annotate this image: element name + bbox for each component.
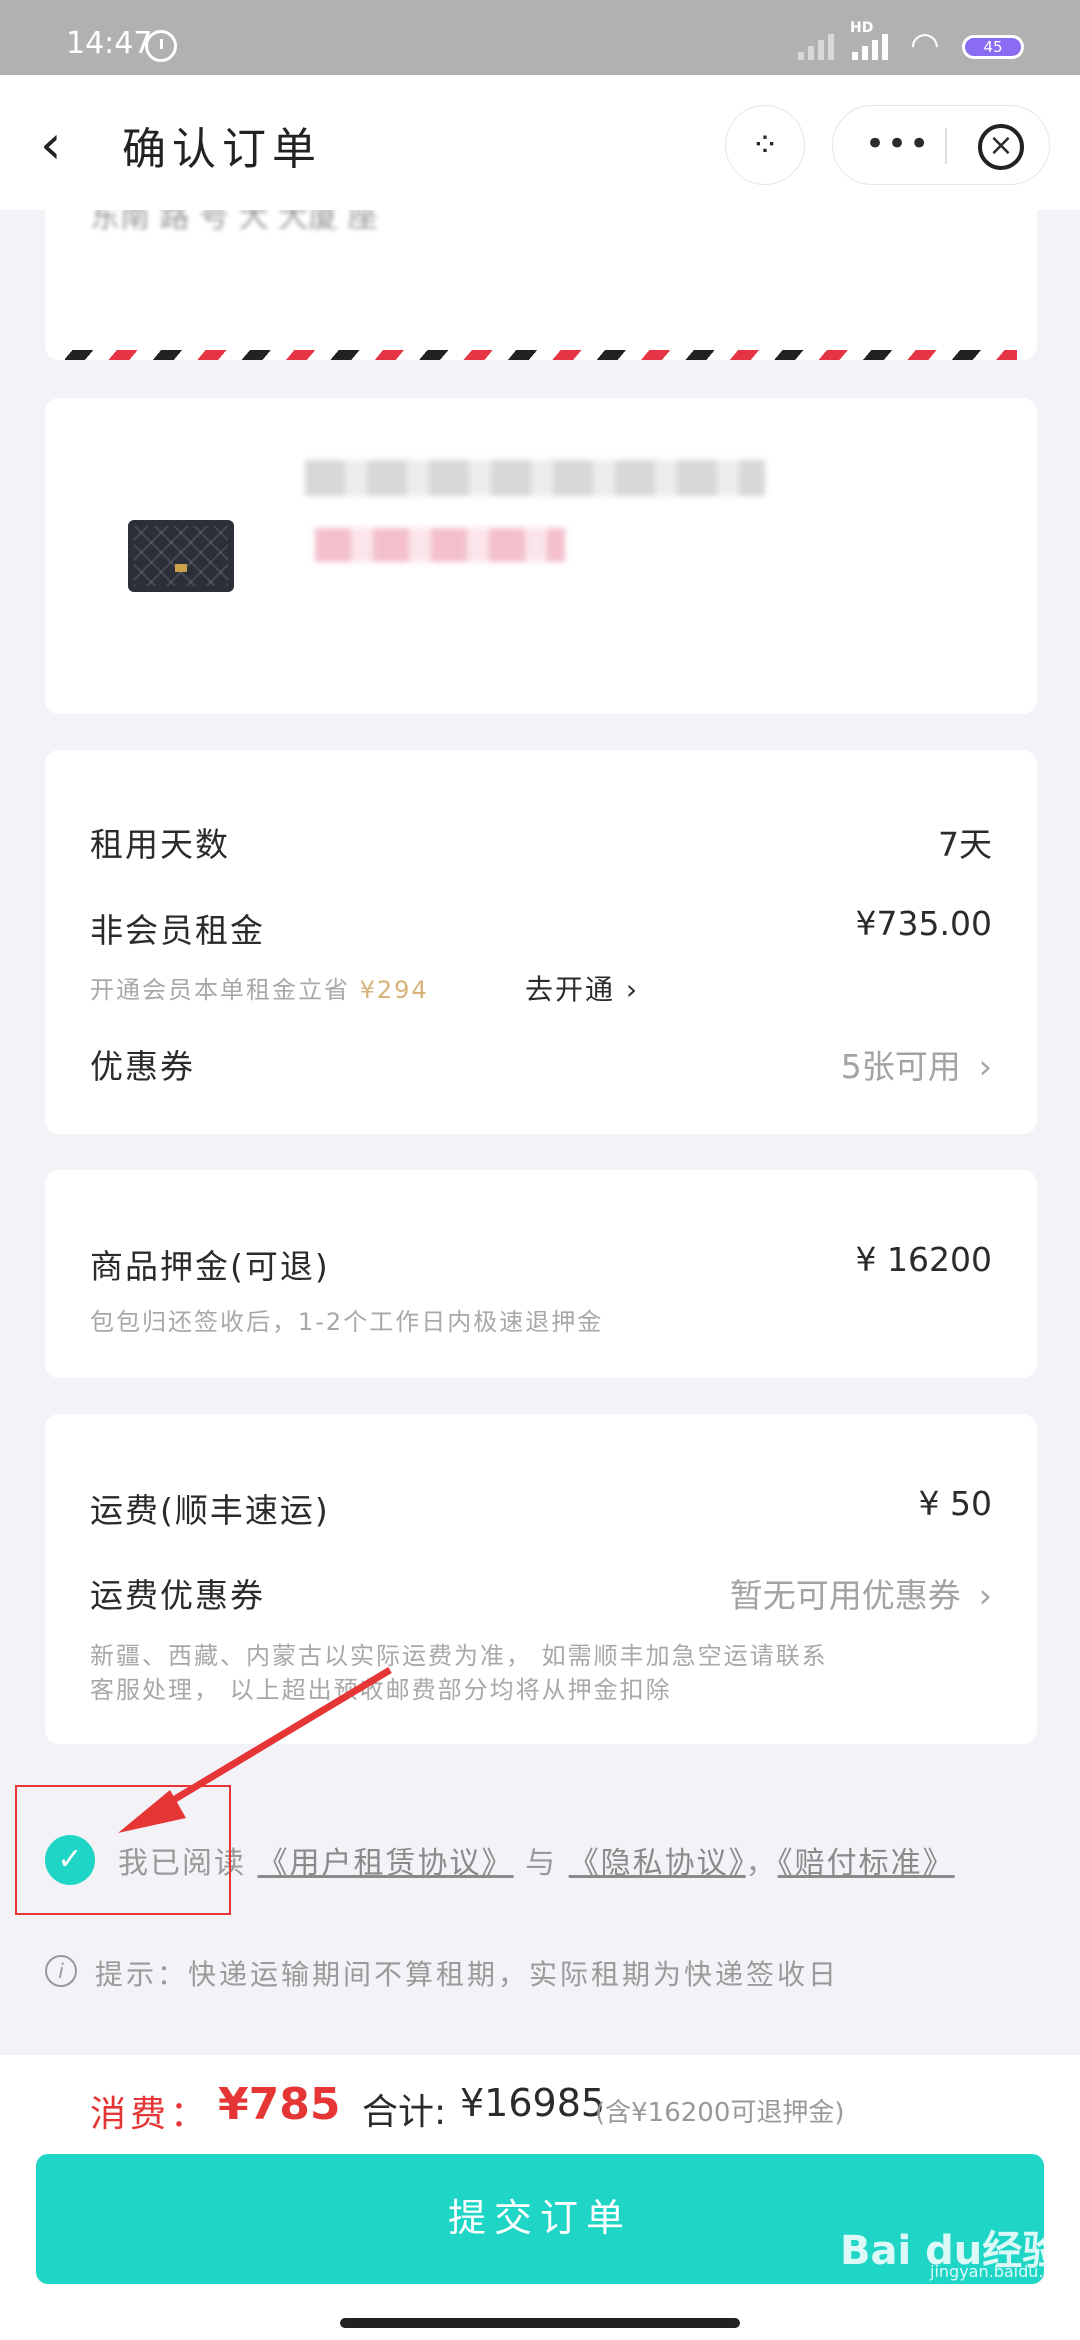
user-lease-agreement-link[interactable]: 《用户租赁协议》 xyxy=(258,1846,514,1881)
agreement-mid: 与 xyxy=(525,1846,558,1881)
annotation-arrow xyxy=(118,1666,392,1833)
more-icon[interactable]: ••• xyxy=(865,106,931,182)
capsule-divider xyxy=(945,128,947,164)
nonmember-rent-value: ¥735.00 xyxy=(855,904,992,943)
product-price-blurred xyxy=(315,528,565,562)
shipping-coupon-label: 运费优惠券 xyxy=(90,1576,265,1615)
chevron-right-icon: › xyxy=(615,973,640,1006)
close-icon[interactable]: × xyxy=(978,124,1024,170)
shipping-label: 运费(顺丰速运) xyxy=(90,1491,330,1530)
deposit-label: 商品押金(可退) xyxy=(90,1247,330,1286)
scan-icon[interactable]: ⁘ xyxy=(725,105,805,185)
shipping-value: ¥ 50 xyxy=(918,1484,992,1523)
rent-card: 租用天数 7天 非会员租金 ¥735.00 开通会员本单租金立省 ¥294 去开… xyxy=(45,750,1037,1134)
address-text: 东南 路 号 大 大厦 座 xyxy=(90,210,378,235)
member-hint: 开通会员本单租金立省 ¥294 xyxy=(90,970,429,1005)
coupon-value: 5张可用 xyxy=(840,1047,961,1086)
deposit-note: 包包归还签收后，1-2个工作日内极速退押金 xyxy=(90,1308,604,1336)
agreement-comma: ， xyxy=(745,1846,778,1881)
signal-icon xyxy=(798,28,840,60)
baidu-watermark: Bai du经验 jingyan.baidu.com xyxy=(840,2218,1078,2281)
chevron-right-icon: › xyxy=(978,1576,992,1615)
alarm-icon xyxy=(145,30,177,62)
open-member-label: 去开通 xyxy=(525,973,616,1006)
wifi-icon: ◠ xyxy=(910,25,940,65)
compensation-standard-link[interactable]: 《赔付标准》 xyxy=(778,1846,955,1881)
signal-icon-2 xyxy=(852,28,894,60)
product-title-blurred xyxy=(305,460,765,496)
open-member-link[interactable]: 去开通 › xyxy=(525,968,639,1008)
consume-label: 消费： xyxy=(90,2094,211,2135)
menu-capsule: ••• × xyxy=(832,105,1050,185)
shipping-coupon-row[interactable]: 暂无可用优惠券 › xyxy=(730,1569,992,1617)
battery-icon: 45 xyxy=(962,35,1024,59)
checkout-footer: 消费： ¥785 合计: ¥16985 (含¥16200可退押金) 提交订单 xyxy=(0,2055,1080,2340)
product-card[interactable] xyxy=(45,398,1037,714)
total-value: ¥16985 xyxy=(460,2081,606,2125)
total-note: (含¥16200可退押金) xyxy=(595,2098,845,2128)
total-label: 合计: xyxy=(362,2092,447,2133)
deposit-card: 商品押金(可退) ¥ 16200 包包归还签收后，1-2个工作日内极速退押金 xyxy=(45,1170,1037,1378)
status-time: 14:47 xyxy=(66,26,153,61)
home-indicator[interactable] xyxy=(340,2318,740,2328)
nav-bar: ‹ 确认订单 ⁘ ••• × xyxy=(0,75,1080,210)
address-card[interactable]: 东南 路 号 大 大厦 座 xyxy=(45,210,1037,360)
chevron-right-icon: › xyxy=(978,1047,992,1086)
nonmember-rent-label: 非会员租金 xyxy=(90,911,265,950)
rent-days-value: 7天 xyxy=(938,825,992,864)
rent-days-label: 租用天数 xyxy=(90,825,230,864)
shipping-coupon-value: 暂无可用优惠券 xyxy=(729,1576,961,1615)
info-icon: i xyxy=(45,1955,77,1987)
consume-value: ¥785 xyxy=(218,2079,341,2130)
deposit-value: ¥ 16200 xyxy=(855,1240,992,1279)
back-arrow-icon[interactable]: ‹ xyxy=(40,115,90,175)
watermark-url: jingyan.baidu.com xyxy=(930,2262,1078,2281)
envelope-stripe xyxy=(65,350,1017,360)
coupon-label: 优惠券 xyxy=(90,1047,195,1086)
coupon-row[interactable]: 5张可用 › xyxy=(841,1040,992,1088)
status-bar: 14:47 HD ◠ 45 xyxy=(0,0,1080,75)
product-image xyxy=(128,520,234,592)
member-hint-text: 开通会员本单租金立省 xyxy=(90,976,350,1004)
page-title: 确认订单 xyxy=(122,124,322,175)
member-saving: ¥294 xyxy=(359,976,429,1004)
privacy-agreement-link[interactable]: 《隐私协议》 xyxy=(569,1846,746,1881)
hint-text: 提示：快递运输期间不算租期，实际租期为快递签收日 xyxy=(95,1958,840,1991)
